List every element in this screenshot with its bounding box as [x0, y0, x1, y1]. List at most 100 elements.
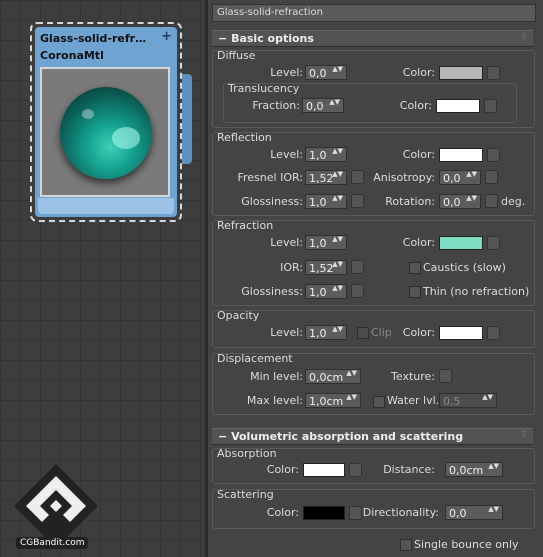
diffuse-color-label: Color: [402, 66, 435, 79]
single-bounce-checkbox[interactable] [400, 539, 412, 551]
spinner-arrows-icon[interactable]: ▲▼ [482, 394, 493, 401]
spinner-arrows-icon[interactable]: ▲▼ [466, 171, 477, 178]
material-node-body[interactable]: Glass-solid-refr… CoronaMtl + [35, 27, 177, 217]
rollout-basic-options[interactable]: − Basic options ⠿ [212, 30, 533, 47]
distance-label: Distance: [383, 463, 435, 476]
group-diffuse: Diffuse Level: 0,0 ▲▼ Color: Translucency… [212, 49, 535, 128]
ior-spinner[interactable]: 1,52 ▲▼ [305, 260, 347, 275]
node-title: Glass-solid-refr… [40, 32, 147, 45]
group-translucency: Translucency Fraction: 0,0 ▲▼ Color: [223, 82, 517, 123]
collapse-minus-icon: − [218, 32, 228, 45]
translucency-color-swatch[interactable] [436, 99, 480, 113]
node-subtitle: CoronaMtl [40, 49, 104, 62]
texture-map-button[interactable] [439, 369, 452, 383]
opacity-color-label: Color: [402, 326, 435, 339]
spinner-arrows-icon[interactable]: ▲▼ [332, 66, 343, 73]
diffuse-level-label: Level: [270, 66, 303, 79]
reflection-glossiness-spinner[interactable]: 1,0 ▲▼ [305, 194, 347, 209]
absorption-title: Absorption [217, 447, 277, 460]
refraction-glossiness-map-button[interactable] [351, 284, 364, 298]
material-preview-thumbnail [40, 67, 170, 197]
reflection-color-label: Color: [402, 148, 435, 161]
water-level-spinner[interactable]: 0,5 ▲▼ [439, 393, 497, 408]
anisotropy-map-button[interactable] [485, 170, 498, 184]
material-name-field[interactable]: Glass-solid-refraction [212, 4, 536, 22]
node-output-tab [182, 74, 192, 164]
reflection-color-swatch[interactable] [439, 148, 483, 162]
spinner-arrows-icon[interactable]: ▲▼ [332, 285, 343, 292]
distance-spinner[interactable]: 0,0cm ▲▼ [445, 462, 503, 477]
reflection-glossiness-label: Glossiness: [241, 195, 303, 208]
single-bounce-label: Single bounce only [414, 538, 519, 551]
spinner-arrows-icon[interactable]: ▲▼ [488, 463, 499, 470]
spinner-arrows-icon[interactable]: ▲▼ [332, 261, 343, 268]
refraction-color-swatch[interactable] [439, 236, 483, 250]
fresnel-ior-spinner[interactable]: 1,52 ▲▼ [305, 170, 347, 185]
directionality-label: Directionality: [362, 506, 439, 519]
refraction-glossiness-spinner[interactable]: 1,0 ▲▼ [305, 284, 347, 299]
node-editor-canvas[interactable]: Glass-solid-refr… CoronaMtl + CGBandit.c… [0, 0, 221, 557]
reflection-title: Reflection [217, 131, 272, 144]
max-level-label: Max level: [246, 394, 303, 407]
spinner-arrows-icon[interactable]: ▲▼ [466, 195, 477, 202]
group-displacement: Displacement Min level: 0,0cm ▲▼ Texture:… [212, 352, 535, 415]
group-refraction: Refraction Level: 1,0 ▲▼ Color: IOR: 1,52… [212, 219, 535, 306]
translucency-map-button[interactable] [484, 99, 497, 113]
thin-checkbox[interactable] [409, 286, 421, 298]
scattering-color-swatch[interactable] [303, 506, 345, 520]
ior-label: IOR: [280, 261, 303, 274]
grip-icon: ⠿ [521, 430, 527, 439]
logo-text: CGBandit.com [16, 537, 89, 549]
spinner-arrows-icon[interactable]: ▲▼ [332, 195, 343, 202]
anisotropy-spinner[interactable]: 0,0 ▲▼ [439, 170, 481, 185]
spinner-arrows-icon[interactable]: ▲▼ [329, 99, 340, 106]
diffuse-map-button[interactable] [487, 66, 500, 80]
rotation-map-button[interactable] [485, 194, 498, 208]
spinner-arrows-icon[interactable]: ▲▼ [346, 394, 357, 401]
refraction-level-label: Level: [270, 236, 303, 249]
absorption-color-swatch[interactable] [303, 463, 345, 477]
water-level-checkbox[interactable] [373, 396, 385, 408]
deg-label: deg. [501, 195, 526, 208]
material-parameters-panel: Glass-solid-refraction − Basic options ⠿… [208, 0, 543, 557]
spinner-arrows-icon[interactable]: ▲▼ [332, 148, 343, 155]
cgbandit-logo [14, 464, 98, 548]
spinner-arrows-icon[interactable]: ▲▼ [332, 326, 343, 333]
rotation-spinner[interactable]: 0,0 ▲▼ [439, 194, 481, 209]
max-level-spinner[interactable]: 1,0cm ▲▼ [305, 393, 361, 408]
expand-plus-icon[interactable]: + [161, 29, 172, 44]
ior-map-button[interactable] [351, 260, 364, 274]
clip-checkbox[interactable] [357, 327, 369, 339]
material-node[interactable]: Glass-solid-refr… CoronaMtl + [30, 22, 221, 222]
refraction-color-label: Color: [402, 236, 435, 249]
scattering-color-label: Color: [266, 506, 299, 519]
min-level-spinner[interactable]: 0,0cm ▲▼ [305, 369, 361, 384]
refraction-level-spinner[interactable]: 1,0 ▲▼ [305, 235, 347, 250]
translucency-title: Translucency [228, 82, 300, 95]
diffuse-title: Diffuse [217, 49, 256, 62]
opacity-color-swatch[interactable] [439, 326, 483, 340]
translucency-fraction-spinner[interactable]: 0,0 ▲▼ [302, 98, 344, 113]
refraction-glossiness-label: Glossiness: [241, 285, 303, 298]
reflection-map-button[interactable] [487, 148, 500, 162]
spinner-arrows-icon[interactable]: ▲▼ [488, 506, 499, 513]
translucency-color-label: Color: [399, 99, 432, 112]
opacity-map-button[interactable] [487, 326, 500, 340]
rollout-volumetric[interactable]: − Volumetric absorption and scattering ⠿ [212, 428, 533, 445]
diffuse-level-spinner[interactable]: 0,0 ▲▼ [305, 65, 347, 80]
texture-label: Texture: [391, 370, 435, 383]
reflection-level-spinner[interactable]: 1,0 ▲▼ [305, 147, 347, 162]
opacity-title: Opacity [217, 309, 260, 322]
caustics-checkbox[interactable] [409, 262, 421, 274]
spinner-arrows-icon[interactable]: ▲▼ [346, 370, 357, 377]
fresnel-ior-label: Fresnel IOR: [237, 171, 303, 184]
refraction-title: Refraction [217, 219, 274, 232]
opacity-level-spinner[interactable]: 1,0 ▲▼ [305, 325, 347, 340]
directionality-spinner[interactable]: 0,0 ▲▼ [445, 505, 503, 520]
rotation-label: Rotation: [385, 195, 435, 208]
diffuse-color-swatch[interactable] [439, 66, 483, 80]
spinner-arrows-icon[interactable]: ▲▼ [332, 171, 343, 178]
absorption-map-button[interactable] [349, 463, 362, 477]
spinner-arrows-icon[interactable]: ▲▼ [332, 236, 343, 243]
refraction-map-button[interactable] [487, 236, 500, 250]
